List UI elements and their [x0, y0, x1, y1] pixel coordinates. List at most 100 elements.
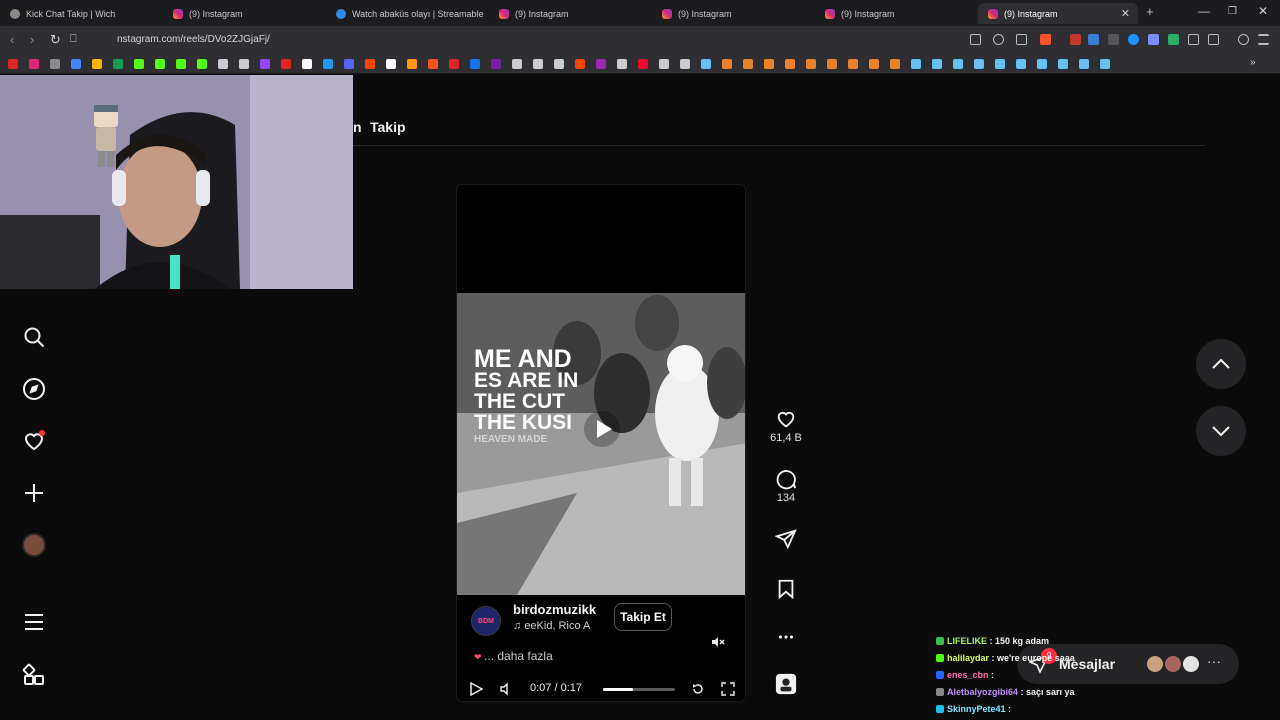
bookmark-favicon-icon[interactable] [554, 59, 564, 69]
bookmark-favicon-icon[interactable] [869, 59, 879, 69]
bookmark-favicon-icon[interactable] [785, 59, 795, 69]
bookmark-favicon-icon[interactable] [29, 59, 39, 69]
bookmark-favicon-icon[interactable] [701, 59, 711, 69]
restore-icon[interactable]: ❐ [1228, 6, 1237, 17]
bookmark-favicon-icon[interactable] [8, 59, 18, 69]
bookmark-favicon-icon[interactable] [533, 59, 543, 69]
extension-icon[interactable] [1168, 34, 1179, 45]
bookmark-favicon-icon[interactable] [617, 59, 627, 69]
tab-close-icon[interactable]: ✕ [1121, 7, 1130, 20]
bookmark-favicon-icon[interactable] [407, 59, 417, 69]
bookmark-favicon-icon[interactable] [512, 59, 522, 69]
bookmark-icon[interactable] [775, 578, 797, 600]
reel-video[interactable]: ME AND ES ARE IN THE CUT THE KUSI HEAVEN… [457, 293, 745, 595]
fullscreen-icon[interactable] [721, 682, 735, 696]
bookmark-favicon-icon[interactable] [71, 59, 81, 69]
bookmark-favicon-icon[interactable] [197, 59, 207, 69]
url-field[interactable]: nstagram.com/reels/DVo2ZJGjaFj/ [117, 34, 270, 45]
close-window-icon[interactable]: ✕ [1258, 4, 1268, 18]
explore-compass-icon[interactable] [22, 377, 46, 401]
send-paper-plane-icon[interactable] [775, 528, 797, 550]
menu-icon[interactable] [1258, 34, 1269, 45]
tab-following[interactable]: Takip [370, 119, 406, 135]
bookmark-favicon-icon[interactable] [239, 59, 249, 69]
more-dots-icon[interactable] [775, 626, 797, 648]
bookmark-favicon-icon[interactable] [470, 59, 480, 69]
bookmark-favicon-icon[interactable] [596, 59, 606, 69]
steam-bookmark-icon[interactable] [953, 59, 963, 69]
bookmark-favicon-icon[interactable] [428, 59, 438, 69]
bookmark-favicon-icon[interactable] [218, 59, 228, 69]
bookmark-favicon-icon[interactable] [659, 59, 669, 69]
extension-icon[interactable] [1148, 34, 1159, 45]
forward-icon[interactable]: › [30, 32, 34, 47]
steam-bookmark-icon[interactable] [974, 59, 984, 69]
volume-icon[interactable] [499, 682, 513, 696]
author-avatar[interactable]: BDM [471, 606, 501, 636]
more-bookmarks-icon[interactable]: » [1250, 57, 1260, 68]
tab-instagram-4[interactable]: (9) Instagram [815, 3, 978, 24]
bookmark-favicon-icon[interactable] [302, 59, 312, 69]
bookmark-favicon-icon[interactable] [743, 59, 753, 69]
audio-avatar-icon[interactable] [775, 673, 797, 695]
back-icon[interactable]: ‹ [10, 32, 14, 47]
bookmark-page-icon[interactable]: ⎕ [70, 33, 77, 46]
steam-bookmark-icon[interactable] [995, 59, 1005, 69]
bookmark-favicon-icon[interactable] [806, 59, 816, 69]
bookmark-favicon-icon[interactable] [260, 59, 270, 69]
audio-thumbnail[interactable] [770, 673, 802, 695]
steam-bookmark-icon[interactable] [911, 59, 921, 69]
follow-button[interactable]: Takip Et [614, 603, 672, 631]
steam-bookmark-icon[interactable] [1079, 59, 1089, 69]
steam-bookmark-icon[interactable] [1037, 59, 1047, 69]
share-icon[interactable] [1016, 34, 1027, 45]
notifications-heart-icon[interactable] [22, 429, 46, 453]
tab-kick-chat[interactable]: Kick Chat Takip | Wich [0, 3, 163, 24]
bookmark-favicon-icon[interactable] [680, 59, 690, 69]
bookmark-favicon-icon[interactable] [722, 59, 732, 69]
steam-bookmark-icon[interactable] [1100, 59, 1110, 69]
header-tab-fragment[interactable]: n [353, 119, 362, 135]
seek-bar[interactable] [603, 688, 675, 691]
bookmark-favicon-icon[interactable] [323, 59, 333, 69]
bookmark-favicon-icon[interactable] [50, 59, 60, 69]
reload-icon[interactable]: ↻ [50, 32, 61, 48]
like-action[interactable]: 61,4 B [770, 408, 802, 444]
minimize-icon[interactable]: — [1198, 4, 1210, 18]
extension-icon[interactable] [1128, 34, 1139, 45]
bookmark-favicon-icon[interactable] [491, 59, 501, 69]
extension-icon[interactable] [1088, 34, 1099, 45]
bookmark-favicon-icon[interactable] [176, 59, 186, 69]
apps-grid-icon[interactable] [22, 663, 46, 687]
bookmark-favicon-icon[interactable] [449, 59, 459, 69]
tab-instagram-active[interactable]: (9) Instagram ✕ [978, 3, 1138, 24]
bookmark-favicon-icon[interactable] [638, 59, 648, 69]
like-heart-icon[interactable] [775, 408, 797, 430]
previous-reel-button[interactable] [1196, 339, 1246, 389]
more-dots-icon[interactable]: ··· [1207, 653, 1221, 669]
replay-icon[interactable] [691, 682, 705, 696]
media-icon[interactable] [1238, 34, 1249, 45]
bookmark-favicon-icon[interactable] [344, 59, 354, 69]
reel-card[interactable]: ME AND ES ARE IN THE CUT THE KUSI HEAVEN… [456, 184, 746, 702]
extensions-puzzle-icon[interactable] [1188, 34, 1199, 45]
author-username[interactable]: birdozmuzikk [513, 602, 596, 617]
bookmark-favicon-icon[interactable] [134, 59, 144, 69]
comment-bubble-icon[interactable] [775, 468, 797, 490]
profile-avatar[interactable] [22, 533, 46, 557]
extension-icon[interactable] [1108, 34, 1119, 45]
extension-icon[interactable] [1070, 34, 1081, 45]
bookmark-favicon-icon[interactable] [764, 59, 774, 69]
comment-action[interactable]: 134 [770, 468, 802, 504]
bookmark-favicon-icon[interactable] [575, 59, 585, 69]
tab-instagram-1[interactable]: (9) Instagram [163, 3, 326, 24]
steam-bookmark-icon[interactable] [932, 59, 942, 69]
play-overlay-icon[interactable] [584, 411, 620, 447]
bookmark-favicon-icon[interactable] [386, 59, 396, 69]
zoom-icon[interactable] [993, 34, 1004, 45]
play-icon[interactable] [469, 682, 483, 696]
tab-streamable[interactable]: Watch abaküs olayı | Streamable [326, 3, 489, 24]
cast-icon[interactable] [970, 34, 981, 45]
bookmark-favicon-icon[interactable] [890, 59, 900, 69]
search-icon[interactable] [22, 325, 46, 349]
